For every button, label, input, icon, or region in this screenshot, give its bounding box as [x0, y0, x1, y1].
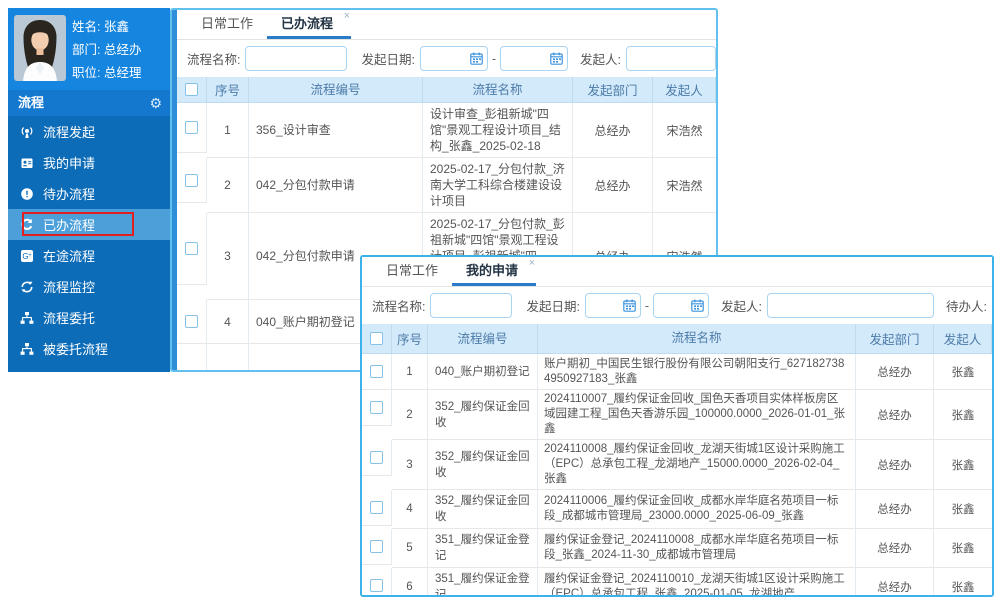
- date-range-separator: -: [492, 52, 496, 66]
- id-card-icon: [19, 155, 34, 170]
- col-person: 发起人: [934, 324, 992, 354]
- table-row: [177, 213, 207, 285]
- row-checkbox[interactable]: [370, 501, 383, 514]
- sidebar-item-in-transit-process[interactable]: G+ 在途流程: [8, 240, 170, 271]
- sidebar-section-process: 流程 ⚙: [8, 90, 170, 116]
- sidebar-item-process-search[interactable]: 流程检索: [8, 364, 170, 372]
- select-all-header: [362, 324, 392, 354]
- col-person: 发起人: [653, 77, 716, 103]
- sidebar-item-done-process[interactable]: 已办流程: [8, 209, 170, 240]
- sidebar-item-process-monitor[interactable]: 流程监控: [8, 271, 170, 302]
- gear-icon[interactable]: ⚙: [149, 90, 162, 116]
- select-all-header: [177, 77, 207, 103]
- row-checkbox[interactable]: [370, 451, 383, 464]
- table-row: [362, 440, 392, 476]
- sidebar: 姓名: 张鑫 部门: 总经办 职位: 总经理 流程 ⚙ 流程发起 我的申请: [8, 8, 170, 372]
- initiator-label: 发起人:: [721, 296, 762, 315]
- row-checkbox[interactable]: [370, 579, 383, 592]
- win1-filter-bar: 流程名称: 发起日期: - 发起人:: [177, 40, 716, 77]
- tab-done-process[interactable]: 已办流程 ×: [267, 10, 351, 39]
- redo-arrow-icon: [19, 217, 34, 232]
- table-row: [362, 568, 392, 597]
- table-row: [362, 390, 392, 426]
- calendar-icon[interactable]: [470, 52, 483, 65]
- start-date-label: 发起日期:: [361, 49, 414, 68]
- tab-daily-work[interactable]: 日常工作: [187, 10, 267, 39]
- sidebar-item-todo-process[interactable]: 待办流程: [8, 178, 170, 209]
- start-date-label: 发起日期:: [526, 296, 579, 315]
- avatar-illustration: [14, 15, 66, 81]
- desktop: 姓名: 张鑫 部门: 总经办 职位: 总经理 流程 ⚙ 流程发起 我的申请: [0, 0, 1000, 600]
- table-row: [362, 354, 392, 390]
- select-all-checkbox[interactable]: [185, 83, 198, 96]
- sitemap-icon: [19, 341, 34, 356]
- col-dept: 发起部门: [573, 77, 653, 103]
- sync-icon: [19, 279, 34, 294]
- table-row: [177, 344, 207, 372]
- table-row: [177, 300, 207, 344]
- user-profile: 姓名: 张鑫 部门: 总经办 职位: 总经理: [8, 8, 170, 90]
- sidebar-item-my-applications[interactable]: 我的申请: [8, 147, 170, 178]
- initiator-input[interactable]: [626, 46, 716, 71]
- tab-my-applications[interactable]: 我的申请 ×: [452, 257, 536, 286]
- sitemap-icon: [19, 310, 34, 325]
- col-name: 流程名称: [423, 77, 573, 103]
- col-seq: 序号: [392, 324, 428, 354]
- win2-filter-bar: 流程名称: 发起日期: - 发起人: 待办人:: [362, 287, 992, 324]
- my-applications-table: 序号 流程编号 流程名称 发起部门 发起人 1 040_账户期初登记 账户期初_…: [362, 324, 992, 597]
- col-code: 流程编号: [249, 77, 423, 103]
- table-row: [177, 103, 207, 153]
- table-row: [362, 490, 392, 526]
- win1-tabbar: 日常工作 已办流程 ×: [177, 10, 716, 40]
- col-code: 流程编号: [428, 324, 538, 354]
- user-department: 部门: 总经办: [72, 39, 141, 62]
- svg-text:+: +: [28, 253, 32, 259]
- row-checkbox[interactable]: [185, 315, 198, 328]
- initiator-input[interactable]: [767, 293, 934, 318]
- window-my-applications: 日常工作 我的申请 × 流程名称: 发起日期: -: [360, 255, 994, 597]
- process-name-input[interactable]: [245, 46, 347, 71]
- row-checkbox[interactable]: [370, 540, 383, 553]
- win2-tabbar: 日常工作 我的申请 ×: [362, 257, 992, 287]
- avatar: [14, 15, 66, 81]
- row-checkbox[interactable]: [370, 365, 383, 378]
- close-icon[interactable]: ×: [344, 11, 350, 22]
- row-checkbox[interactable]: [185, 242, 198, 255]
- select-all-checkbox[interactable]: [370, 332, 383, 345]
- row-checkbox[interactable]: [185, 121, 198, 134]
- col-seq: 序号: [207, 77, 249, 103]
- user-name: 姓名: 张鑫: [72, 16, 141, 39]
- podcast-icon: [19, 124, 34, 139]
- close-icon[interactable]: ×: [529, 258, 535, 269]
- process-name-label: 流程名称:: [187, 49, 240, 68]
- col-dept: 发起部门: [856, 324, 934, 354]
- todo-person-label: 待办人:: [946, 296, 987, 315]
- col-name: 流程名称: [538, 324, 856, 354]
- exclamation-circle-icon: [19, 186, 34, 201]
- calendar-icon[interactable]: [550, 52, 563, 65]
- tab-daily-work[interactable]: 日常工作: [372, 257, 452, 286]
- gplus-square-icon: G+: [19, 248, 34, 263]
- table-row: [362, 529, 392, 565]
- date-range-separator: -: [645, 299, 649, 313]
- process-name-label: 流程名称:: [372, 296, 425, 315]
- table-row: [177, 158, 207, 203]
- row-checkbox[interactable]: [370, 401, 383, 414]
- user-position: 职位: 总经理: [72, 62, 141, 85]
- process-name-input[interactable]: [430, 293, 512, 318]
- initiator-label: 发起人:: [580, 49, 621, 68]
- sidebar-item-process-delegate[interactable]: 流程委托: [8, 302, 170, 333]
- sidebar-item-process-start[interactable]: 流程发起: [8, 116, 170, 147]
- row-checkbox[interactable]: [185, 174, 198, 187]
- sidebar-menu: 流程发起 我的申请 待办流程 已办流程: [8, 116, 170, 372]
- calendar-icon[interactable]: [691, 299, 704, 312]
- calendar-icon[interactable]: [623, 299, 636, 312]
- sidebar-item-delegated-process[interactable]: 被委托流程: [8, 333, 170, 364]
